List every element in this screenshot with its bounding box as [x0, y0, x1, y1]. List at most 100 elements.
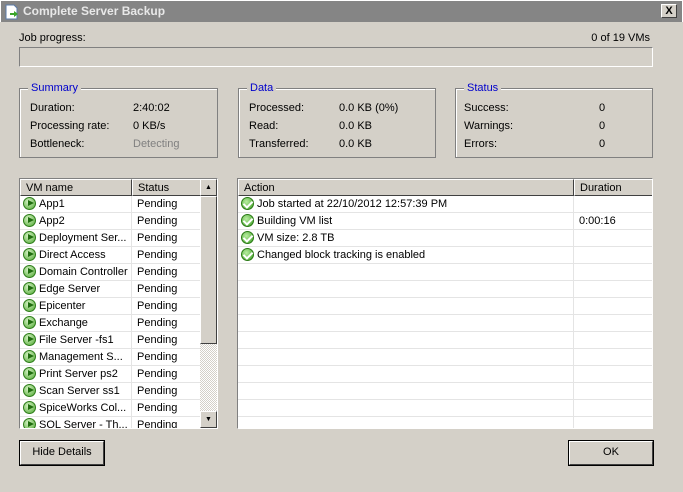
success-check-icon — [241, 214, 254, 227]
play-icon — [23, 316, 36, 329]
vm-list-row[interactable]: Epicenter Pending — [20, 298, 202, 315]
action-duration — [574, 230, 652, 247]
vm-list-row[interactable]: Deployment Ser... Pending — [20, 230, 202, 247]
read-label: Read: — [249, 120, 279, 132]
vm-list-row[interactable]: Direct Access Pending — [20, 247, 202, 264]
empty-row — [238, 298, 652, 315]
close-button[interactable]: X — [661, 4, 677, 18]
action-list[interactable]: Action Duration Job started at 22/10/201… — [237, 178, 653, 429]
vm-list-scrollbar[interactable]: ▲ ▼ — [200, 179, 217, 428]
transferred-value: 0.0 KB — [339, 138, 373, 150]
scroll-up-button[interactable]: ▲ — [200, 179, 217, 196]
processed-value: 0.0 KB (0%) — [339, 102, 399, 114]
window-title: Complete Server Backup — [23, 4, 166, 18]
read-value: 0.0 KB — [339, 120, 373, 132]
vm-status: Pending — [132, 213, 202, 230]
summary-title: Summary — [28, 82, 82, 94]
processing-rate-value: 0 KB/s — [133, 120, 166, 132]
empty-row — [238, 366, 652, 383]
vm-name: SQL Server - Th... — [39, 419, 128, 429]
bottleneck-value: Detecting — [133, 138, 180, 150]
errors-value: 0 — [599, 138, 606, 150]
vm-list-row[interactable]: Domain Controller Pending — [20, 264, 202, 281]
vm-status: Pending — [132, 247, 202, 264]
play-icon — [23, 197, 36, 210]
empty-row — [238, 264, 652, 281]
vm-list-row[interactable]: SQL Server - Th... Pending — [20, 417, 202, 429]
vm-name: Direct Access — [39, 249, 106, 261]
vm-list-row[interactable]: Management S... Pending — [20, 349, 202, 366]
scroll-thumb[interactable] — [200, 196, 217, 344]
vm-status: Pending — [132, 349, 202, 366]
action-duration: 0:00:16 — [574, 213, 652, 230]
warnings-label: Warnings: — [464, 120, 514, 132]
play-icon — [23, 401, 36, 414]
action-text: Changed block tracking is enabled — [257, 249, 426, 261]
data-group: Data Processed: 0.0 KB (0%) Read: 0.0 KB… — [238, 82, 436, 158]
success-check-icon — [241, 248, 254, 261]
job-progress-label: Job progress: — [19, 32, 86, 44]
play-icon — [23, 299, 36, 312]
vm-list-row[interactable]: App1 Pending — [20, 196, 202, 213]
vm-list-row[interactable]: Scan Server ss1 Pending — [20, 383, 202, 400]
processed-label: Processed: — [249, 102, 305, 114]
vm-list-row[interactable]: File Server -fs1 Pending — [20, 332, 202, 349]
data-title: Data — [247, 82, 277, 94]
action-list-row[interactable]: Job started at 22/10/2012 12:57:39 PM — [238, 196, 652, 213]
status-group: Status Success: 0 Warnings: 0 Errors: 0 — [455, 82, 653, 158]
vm-list-row[interactable]: Print Server ps2 Pending — [20, 366, 202, 383]
vm-list[interactable]: VM name Status App1 Pending App2 Pending Dep… — [19, 178, 218, 429]
action-text: VM size: 2.8 TB — [257, 232, 335, 244]
ok-button[interactable]: OK — [569, 441, 653, 465]
vm-status: Pending — [132, 281, 202, 298]
action-list-row[interactable]: VM size: 2.8 TB — [238, 230, 652, 247]
scroll-down-button[interactable]: ▼ — [200, 411, 217, 428]
job-progress-bar — [19, 47, 653, 67]
backup-job-icon — [5, 4, 18, 20]
vm-list-row[interactable]: SpiceWorks Col... Pending — [20, 400, 202, 417]
play-icon — [23, 384, 36, 397]
play-icon — [23, 214, 36, 227]
vm-status: Pending — [132, 332, 202, 349]
vm-status: Pending — [132, 264, 202, 281]
duration-column-header[interactable]: Duration — [574, 179, 652, 196]
hide-details-button[interactable]: Hide Details — [20, 441, 104, 465]
success-value: 0 — [599, 102, 606, 114]
duration-value: 2:40:02 — [133, 102, 170, 114]
action-list-row[interactable]: Building VM list 0:00:16 — [238, 213, 652, 230]
play-icon — [23, 248, 36, 261]
vm-status: Pending — [132, 196, 202, 213]
status-title: Status — [464, 82, 502, 94]
vm-name: File Server -fs1 — [39, 334, 114, 346]
vm-list-row[interactable]: Edge Server Pending — [20, 281, 202, 298]
action-text: Job started at 22/10/2012 12:57:39 PM — [257, 198, 448, 210]
empty-row — [238, 417, 652, 428]
play-icon — [23, 231, 36, 244]
vm-name: Edge Server — [39, 283, 101, 295]
transferred-label: Transferred: — [249, 138, 309, 150]
play-icon — [23, 333, 36, 346]
empty-row — [238, 281, 652, 298]
warnings-value: 0 — [599, 120, 606, 132]
action-text: Building VM list — [257, 215, 333, 227]
vm-name-column-header[interactable]: VM name — [20, 179, 132, 196]
play-icon — [23, 265, 36, 278]
vm-status: Pending — [132, 383, 202, 400]
status-column-header[interactable]: Status — [132, 179, 201, 196]
vm-status: Pending — [132, 366, 202, 383]
vm-list-row[interactable]: Exchange Pending — [20, 315, 202, 332]
action-list-row[interactable]: Changed block tracking is enabled — [238, 247, 652, 264]
vm-name: Epicenter — [39, 300, 86, 312]
vm-status: Pending — [132, 230, 202, 247]
errors-label: Errors: — [464, 138, 497, 150]
action-column-header[interactable]: Action — [238, 179, 574, 196]
title-bar: Complete Server Backup X — [0, 0, 683, 22]
action-duration — [574, 196, 652, 213]
empty-row — [238, 383, 652, 400]
vm-name: Domain Controller — [39, 266, 128, 278]
vm-name: App2 — [39, 215, 65, 227]
success-check-icon — [241, 231, 254, 244]
vm-list-row[interactable]: App2 Pending — [20, 213, 202, 230]
job-progress-count: 0 of 19 VMs — [591, 32, 650, 44]
vm-name: Scan Server ss1 — [39, 385, 120, 397]
